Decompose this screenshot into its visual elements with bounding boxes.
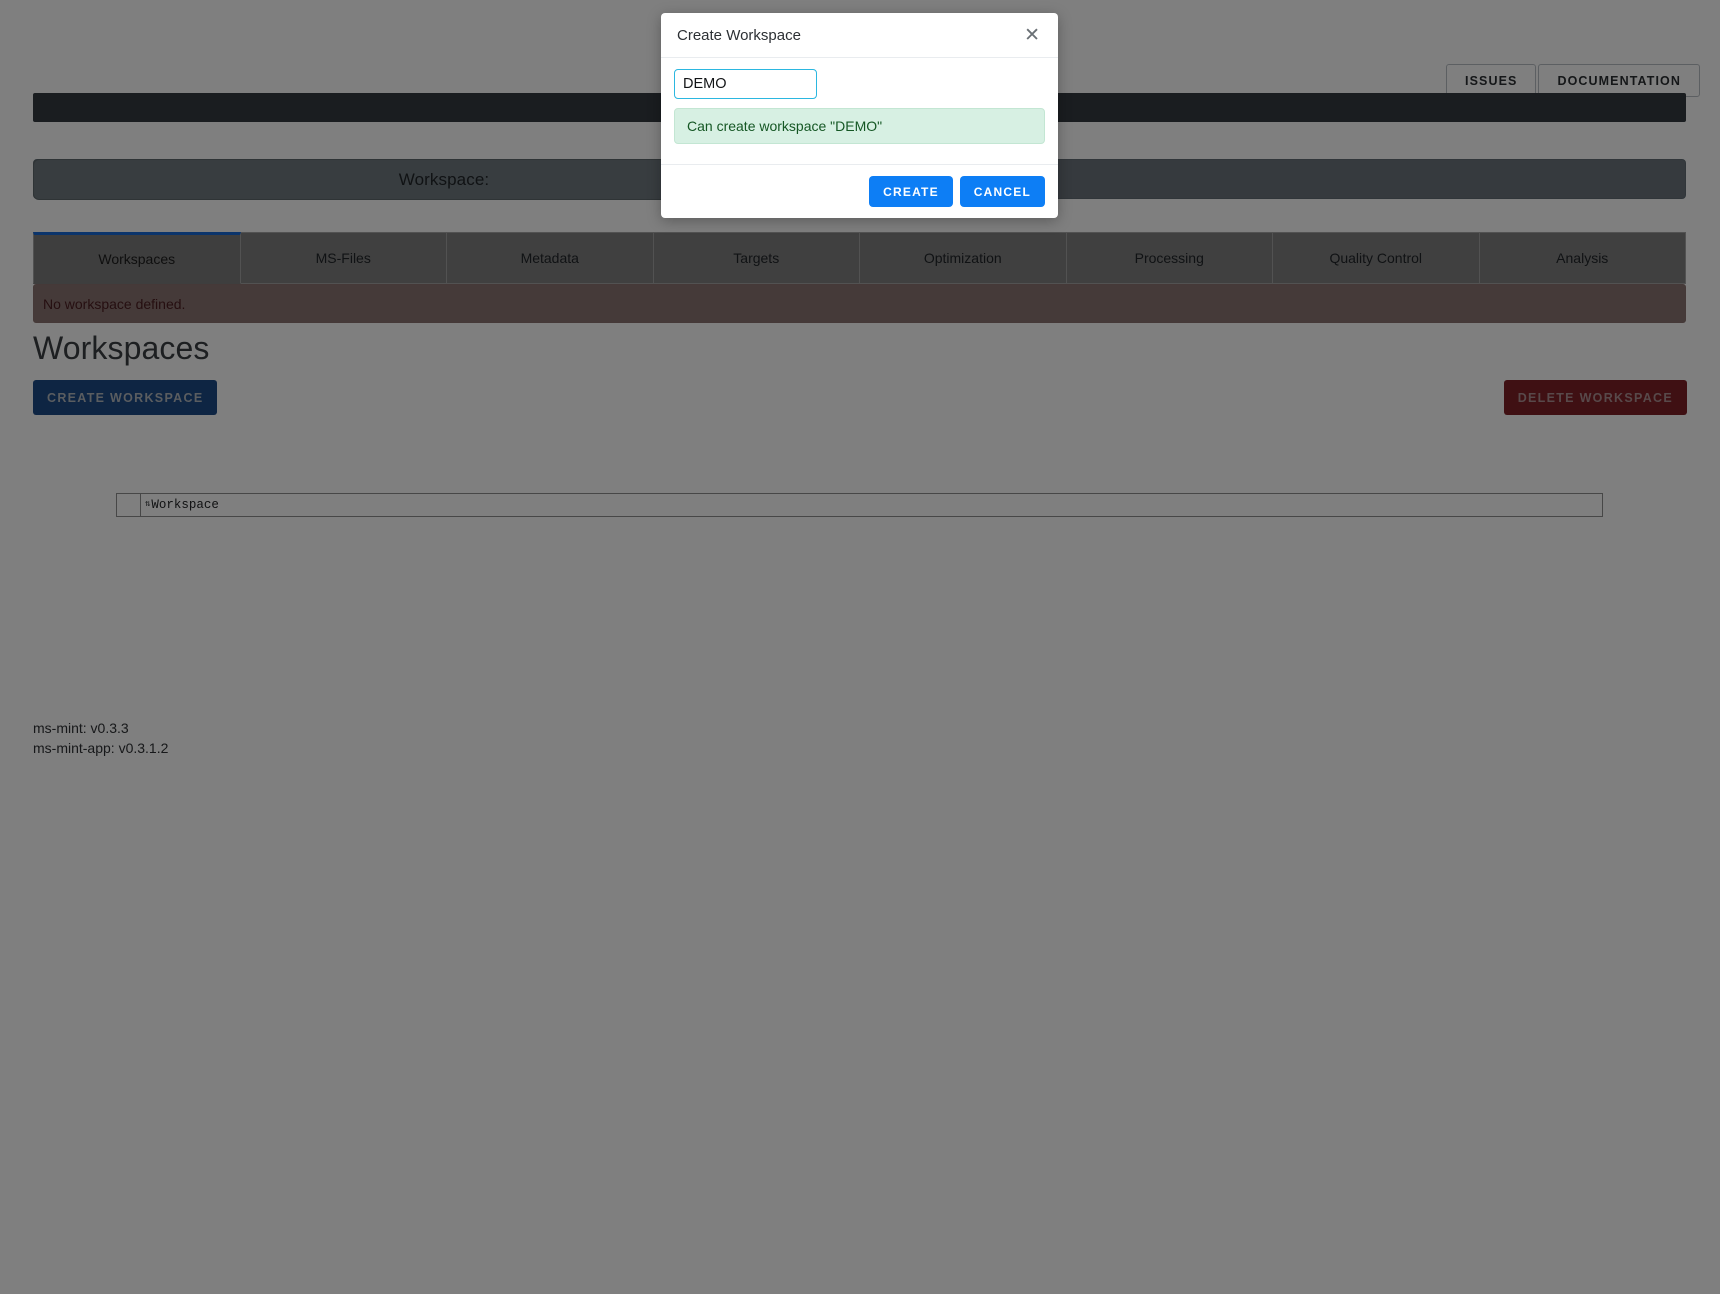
create-workspace-success-alert: Can create workspace "DEMO" — [674, 108, 1045, 144]
modal-body: Can create workspace "DEMO" — [661, 58, 1058, 164]
modal-header: Create Workspace ✕ — [661, 13, 1058, 58]
workspace-name-input[interactable] — [674, 69, 817, 99]
modal-cancel-button[interactable]: CANCEL — [959, 176, 1045, 207]
modal-title: Create Workspace — [677, 26, 801, 44]
create-workspace-modal: Create Workspace ✕ Can create workspace … — [661, 13, 1058, 218]
modal-create-button[interactable]: CREATE — [869, 176, 953, 207]
close-icon[interactable]: ✕ — [1022, 26, 1042, 45]
app-root: ISSUES DOCUMENTATION Workspace: Workspac… — [0, 0, 1720, 1294]
modal-footer: CREATE CANCEL — [661, 164, 1058, 218]
